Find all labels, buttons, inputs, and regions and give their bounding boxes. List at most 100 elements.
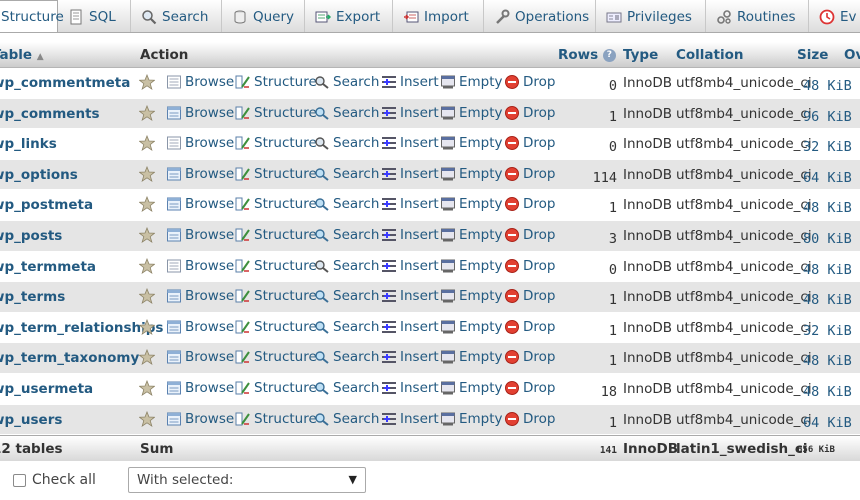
structure-action[interactable]: Structure: [235, 258, 317, 274]
search-action[interactable]: Search: [314, 258, 379, 274]
star-action[interactable]: [139, 135, 155, 152]
table-size-link[interactable]: 80 KiB: [803, 231, 852, 247]
empty-action[interactable]: Empty: [440, 380, 503, 396]
search-action[interactable]: Search: [314, 288, 379, 304]
tab-structure[interactable]: Structure: [0, 0, 64, 32]
star-action[interactable]: [139, 349, 155, 366]
drop-action[interactable]: Drop: [504, 288, 555, 304]
drop-action[interactable]: Drop: [504, 319, 555, 335]
table-size-link[interactable]: 32 KiB: [803, 139, 852, 155]
browse-action[interactable]: Browse: [166, 135, 234, 151]
search-action[interactable]: Search: [314, 105, 379, 121]
star-action[interactable]: [139, 104, 155, 121]
drop-action[interactable]: Drop: [504, 105, 555, 121]
check-all-control[interactable]: Check all: [13, 472, 96, 488]
structure-action[interactable]: Structure: [235, 380, 317, 396]
table-size-link[interactable]: 64 KiB: [803, 170, 852, 186]
search-action[interactable]: Search: [314, 380, 379, 396]
search-action[interactable]: Search: [314, 319, 379, 335]
table-size-link[interactable]: 64 KiB: [803, 415, 852, 431]
drop-action[interactable]: Drop: [504, 196, 555, 212]
structure-action[interactable]: Structure: [235, 349, 317, 365]
insert-action[interactable]: Insert: [381, 135, 439, 151]
tab-import[interactable]: Import: [395, 0, 484, 32]
insert-action[interactable]: Insert: [381, 411, 439, 427]
col-header-table[interactable]: Table ▲: [0, 47, 44, 63]
table-name-link[interactable]: wp_links: [0, 136, 57, 152]
empty-action[interactable]: Empty: [440, 105, 503, 121]
empty-action[interactable]: Empty: [440, 349, 503, 365]
drop-action[interactable]: Drop: [504, 380, 555, 396]
empty-action[interactable]: Empty: [440, 135, 503, 151]
star-action[interactable]: [139, 318, 155, 335]
empty-action[interactable]: Empty: [440, 411, 503, 427]
structure-action[interactable]: Structure: [235, 411, 317, 427]
insert-action[interactable]: Insert: [381, 288, 439, 304]
browse-action[interactable]: Browse: [166, 105, 234, 121]
star-action[interactable]: [139, 410, 155, 427]
col-header-type[interactable]: Type: [623, 47, 658, 63]
table-name-link[interactable]: wp_commentmeta: [0, 75, 130, 91]
browse-action[interactable]: Browse: [166, 288, 234, 304]
empty-action[interactable]: Empty: [440, 166, 503, 182]
table-name-link[interactable]: wp_termmeta: [0, 259, 96, 275]
browse-action[interactable]: Browse: [166, 258, 234, 274]
structure-action[interactable]: Structure: [235, 135, 317, 151]
empty-action[interactable]: Empty: [440, 74, 503, 90]
tab-search[interactable]: Search: [133, 0, 222, 32]
table-name-link[interactable]: wp_terms: [0, 289, 65, 305]
col-header-overhead[interactable]: Ov: [844, 47, 860, 63]
table-name-link[interactable]: wp_usermeta: [0, 381, 93, 397]
tab-export[interactable]: Export: [307, 0, 393, 32]
browse-action[interactable]: Browse: [166, 227, 234, 243]
search-action[interactable]: Search: [314, 135, 379, 151]
insert-action[interactable]: Insert: [381, 74, 439, 90]
structure-action[interactable]: Structure: [235, 105, 317, 121]
table-size-link[interactable]: 48 KiB: [803, 384, 852, 400]
table-size-link[interactable]: 48 KiB: [803, 353, 852, 369]
tab-routines[interactable]: Routines: [708, 0, 809, 32]
insert-action[interactable]: Insert: [381, 319, 439, 335]
drop-action[interactable]: Drop: [504, 166, 555, 182]
help-icon[interactable]: ?: [602, 48, 616, 62]
structure-action[interactable]: Structure: [235, 74, 317, 90]
browse-action[interactable]: Browse: [166, 349, 234, 365]
search-action[interactable]: Search: [314, 227, 379, 243]
empty-action[interactable]: Empty: [440, 196, 503, 212]
empty-action[interactable]: Empty: [440, 288, 503, 304]
table-name-link[interactable]: wp_postmeta: [0, 197, 93, 213]
search-action[interactable]: Search: [314, 411, 379, 427]
check-all-checkbox[interactable]: [13, 473, 26, 487]
col-header-rows[interactable]: Rows ?: [558, 47, 616, 63]
tab-ev[interactable]: Ev: [811, 0, 860, 32]
star-action[interactable]: [139, 257, 155, 274]
empty-action[interactable]: Empty: [440, 258, 503, 274]
table-name-link[interactable]: wp_comments: [0, 106, 100, 122]
search-action[interactable]: Search: [314, 74, 379, 90]
table-name-link[interactable]: wp_posts: [0, 228, 62, 244]
browse-action[interactable]: Browse: [166, 166, 234, 182]
table-name-link[interactable]: wp_term_taxonomy: [0, 350, 139, 366]
insert-action[interactable]: Insert: [381, 105, 439, 121]
insert-action[interactable]: Insert: [381, 349, 439, 365]
star-action[interactable]: [139, 380, 155, 396]
table-size-link[interactable]: 48 KiB: [803, 200, 852, 216]
insert-action[interactable]: Insert: [381, 166, 439, 182]
star-action[interactable]: [139, 227, 155, 243]
star-action[interactable]: [139, 74, 155, 90]
search-action[interactable]: Search: [314, 166, 379, 182]
table-size-link[interactable]: 32 KiB: [803, 323, 852, 339]
col-header-collation[interactable]: Collation: [676, 47, 744, 63]
structure-action[interactable]: Structure: [235, 319, 317, 335]
table-size-link[interactable]: 96 KiB: [803, 109, 852, 125]
drop-action[interactable]: Drop: [504, 411, 555, 427]
empty-action[interactable]: Empty: [440, 227, 503, 243]
insert-action[interactable]: Insert: [381, 380, 439, 396]
browse-action[interactable]: Browse: [166, 319, 234, 335]
col-header-size[interactable]: Size: [797, 47, 828, 63]
star-action[interactable]: [139, 288, 155, 305]
browse-action[interactable]: Browse: [166, 196, 234, 212]
table-name-link[interactable]: wp_options: [0, 167, 78, 183]
structure-action[interactable]: Structure: [235, 196, 317, 212]
search-action[interactable]: Search: [314, 196, 379, 212]
